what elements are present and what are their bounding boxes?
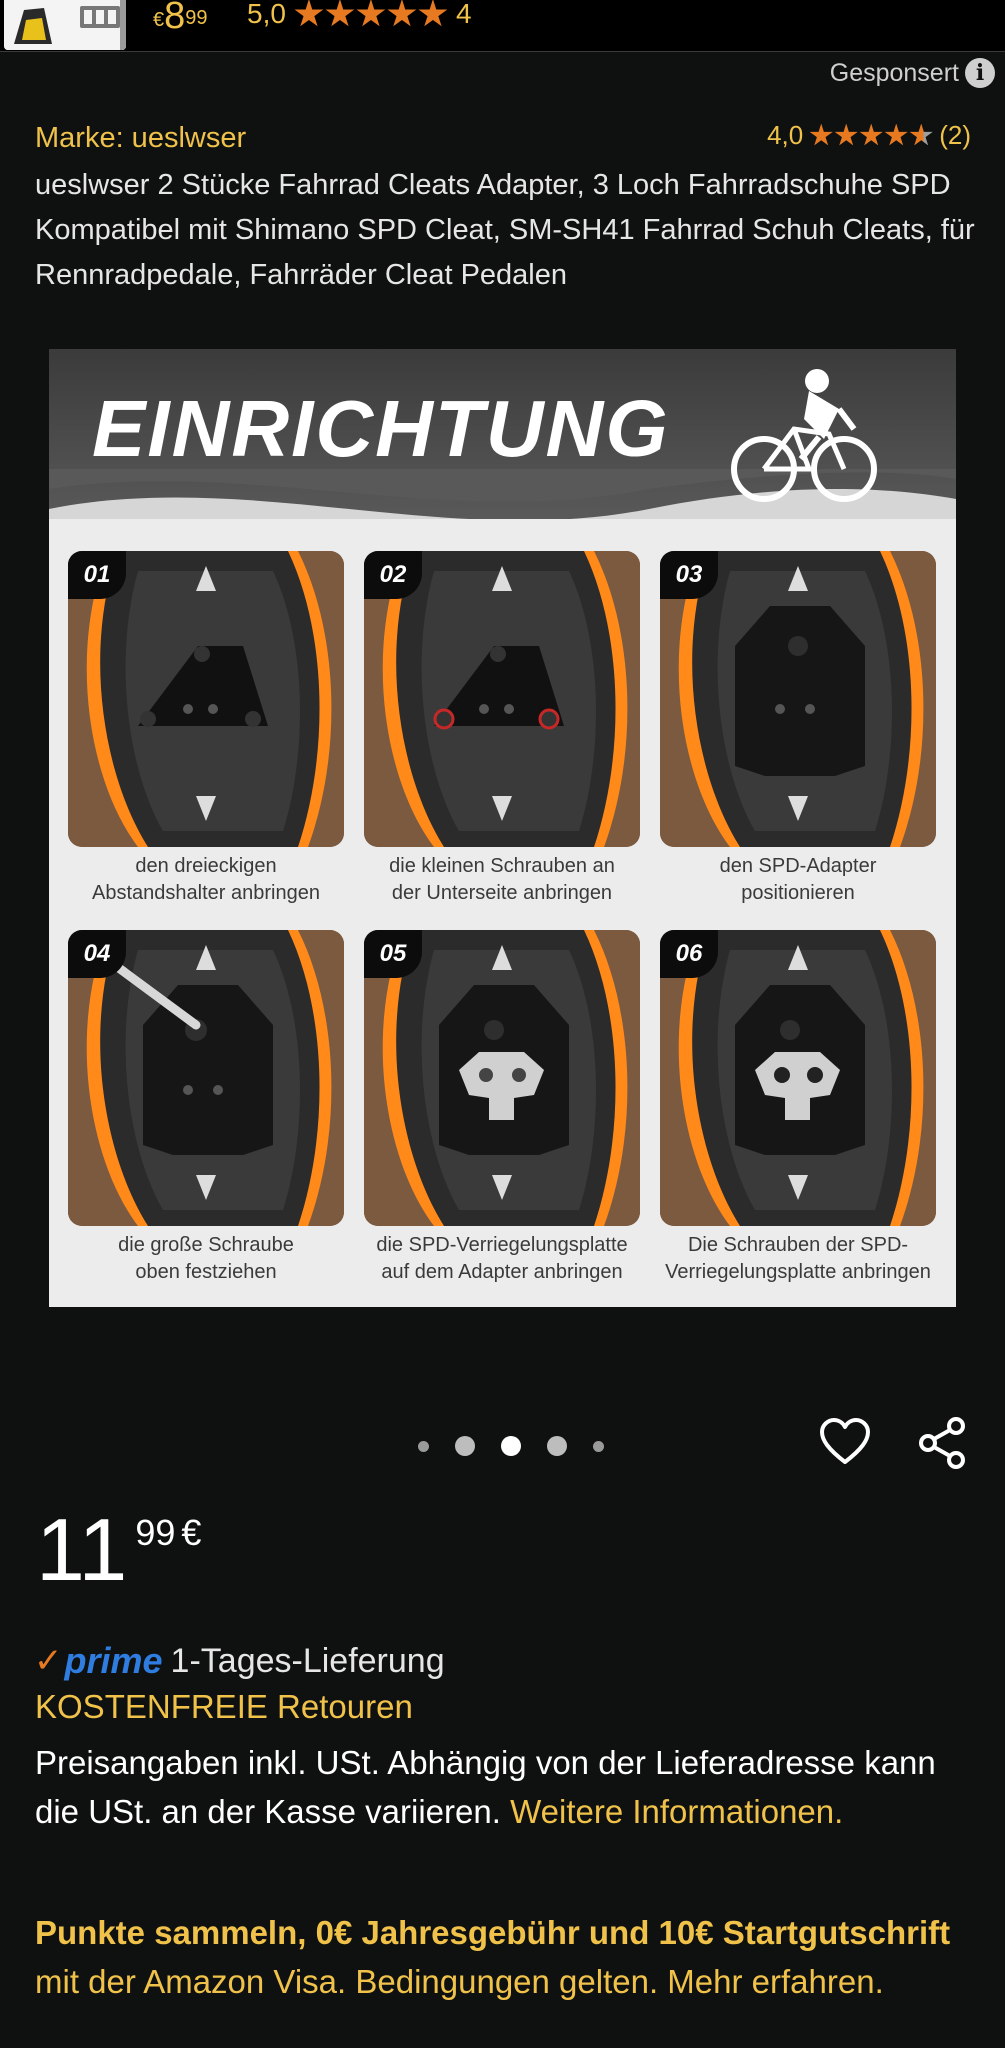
visa-promo-highlight: Punkte sammeln, 0€ Jahresgebühr und 10€ … [35, 1914, 951, 1951]
info-icon[interactable]: i [965, 58, 995, 88]
sponsored-product-thumbnail[interactable] [4, 0, 126, 50]
cyclist-icon [731, 369, 877, 502]
step-photo: 01 [68, 551, 344, 847]
step-caption-line-2: der Unterseite anbringen [391, 882, 613, 904]
price-currency: € [181, 1512, 202, 1553]
step-number: 06 [660, 930, 718, 978]
sponsored-text: Gesponsert [829, 58, 959, 87]
carousel-dot-active[interactable] [501, 1436, 521, 1456]
prime-logo: prime [64, 1640, 163, 1681]
carousel-dot[interactable] [547, 1436, 567, 1456]
star-icon [859, 123, 883, 146]
visa-promo[interactable]: Punkte sammeln, 0€ Jahresgebühr und 10€ … [35, 1908, 985, 2006]
step-caption-line-1: den dreieckigen [135, 855, 277, 877]
step-photo: 05 [364, 930, 640, 1226]
brand-link[interactable]: Marke: ueslwser [35, 122, 246, 155]
banner-title: EINRICHTUNG [92, 384, 670, 473]
share-icon[interactable] [916, 1416, 970, 1470]
step-photo: 04 [68, 930, 344, 1226]
step-caption-line-2: oben festziehen [135, 1261, 277, 1283]
step-card: 02 die kleinen Schrauben an der Untersei… [364, 551, 640, 907]
star-icon [356, 0, 386, 27]
step-card: 01 den dreieckigen Abstandshalter anbrin… [68, 551, 344, 907]
step-caption: die SPD-Verriegelungsplatte auf dem Adap… [364, 1232, 640, 1286]
step-caption: die große Schraube oben festziehen [68, 1232, 344, 1286]
sponsored-rating: 5,0 4 [247, 0, 472, 30]
star-icon [325, 0, 355, 27]
product-title[interactable]: ueslwser 2 Stücke Fahrrad Cleats Adapter… [35, 163, 985, 298]
rating-value: 4,0 [767, 120, 804, 150]
heart-icon[interactable] [818, 1416, 872, 1470]
carousel-dot[interactable] [418, 1440, 429, 1452]
sponsored-product-strip[interactable]: €899 5,0 4 [0, 0, 1005, 52]
rating-stars [809, 123, 933, 148]
step-number: 05 [364, 930, 422, 978]
star-icon [834, 123, 858, 146]
free-returns-link[interactable]: KOSTENFREIE Retouren [35, 1688, 413, 1726]
step-card: 04 die große Schraube oben festziehen [68, 930, 344, 1286]
step-caption: die kleinen Schrauben an der Unterseite … [364, 853, 640, 907]
star-icon [809, 123, 833, 146]
sponsored-rating-value: 5,0 [247, 0, 286, 29]
step-caption-line-1: die kleinen Schrauben an [389, 855, 615, 877]
step-number: 01 [68, 551, 126, 599]
sponsored-price-int: 8 [164, 0, 186, 37]
delivery-text: 1-Tages-Lieferung [170, 1641, 445, 1680]
sponsored-price-currency: € [153, 9, 165, 31]
visa-promo-text[interactable]: mit der Amazon Visa. Bedingungen gelten.… [35, 1963, 884, 2000]
step-caption-line-2: Verriegelungsplatte anbringen [665, 1261, 931, 1283]
step-caption-line-1: den SPD-Adapter [719, 855, 877, 877]
prime-delivery[interactable]: ✓ prime 1-Tages-Lieferung [34, 1640, 445, 1682]
step-photo: 03 [660, 551, 936, 847]
product-price: 11 99 € [36, 1500, 201, 1600]
vat-more-info-link[interactable]: Weitere Informationen. [510, 1793, 843, 1830]
step-caption-line-1: Die Schrauben der SPD- [687, 1234, 909, 1256]
image-carousel-dots [418, 1436, 604, 1456]
star-icon [387, 0, 417, 27]
product-image[interactable]: EINRICHTUNG 01 den dreieckigen Abstandsh… [49, 349, 956, 1307]
step-caption: Die Schrauben der SPD- Verriegelungsplat… [660, 1232, 936, 1286]
step-card: 05 die SPD-Verriegelungsplatte auf dem A… [364, 930, 640, 1286]
step-card: 06 Die Schrauben der SPD- Verriegelungsp… [660, 930, 936, 1286]
step-card: 03 den SPD-Adapter positionieren [660, 551, 936, 907]
rating-count: (2) [939, 120, 971, 150]
star-icon [418, 0, 448, 27]
star-icon [884, 123, 908, 146]
step-caption-line-2: auf dem Adapter anbringen [381, 1261, 623, 1283]
price-fraction: 99 [135, 1512, 176, 1553]
step-number: 04 [68, 930, 126, 978]
step-caption-line-2: Abstandshalter anbringen [92, 882, 320, 904]
step-caption-line-2: positionieren [741, 882, 855, 904]
star-half-icon [909, 123, 933, 146]
step-number: 03 [660, 551, 718, 599]
product-rating[interactable]: 4,0 (2) [767, 120, 971, 151]
step-caption-line-1: die große Schraube [118, 1234, 294, 1256]
sponsored-label[interactable]: Gesponsert i [830, 58, 995, 88]
step-photo: 02 [364, 551, 640, 847]
sponsored-price: €899 [153, 0, 208, 36]
step-photo: 06 [660, 930, 936, 1226]
sponsored-rating-count: 4 [455, 0, 472, 29]
prime-check-icon: ✓ [34, 1642, 63, 1680]
sponsored-price-frac: 99 [185, 7, 208, 29]
step-caption-line-1: die SPD-Verriegelungsplatte [376, 1234, 628, 1256]
star-icon [294, 0, 324, 27]
step-caption: den dreieckigen Abstandshalter anbringen [68, 853, 344, 907]
sponsored-stars [294, 0, 448, 29]
step-number: 02 [364, 551, 422, 599]
step-caption: den SPD-Adapter positionieren [660, 853, 936, 907]
vat-notice: Preisangaben inkl. USt. Abhängig von der… [35, 1738, 985, 1836]
price-whole: 11 [36, 1500, 128, 1599]
carousel-dot[interactable] [593, 1440, 604, 1452]
carousel-dot[interactable] [455, 1436, 475, 1456]
